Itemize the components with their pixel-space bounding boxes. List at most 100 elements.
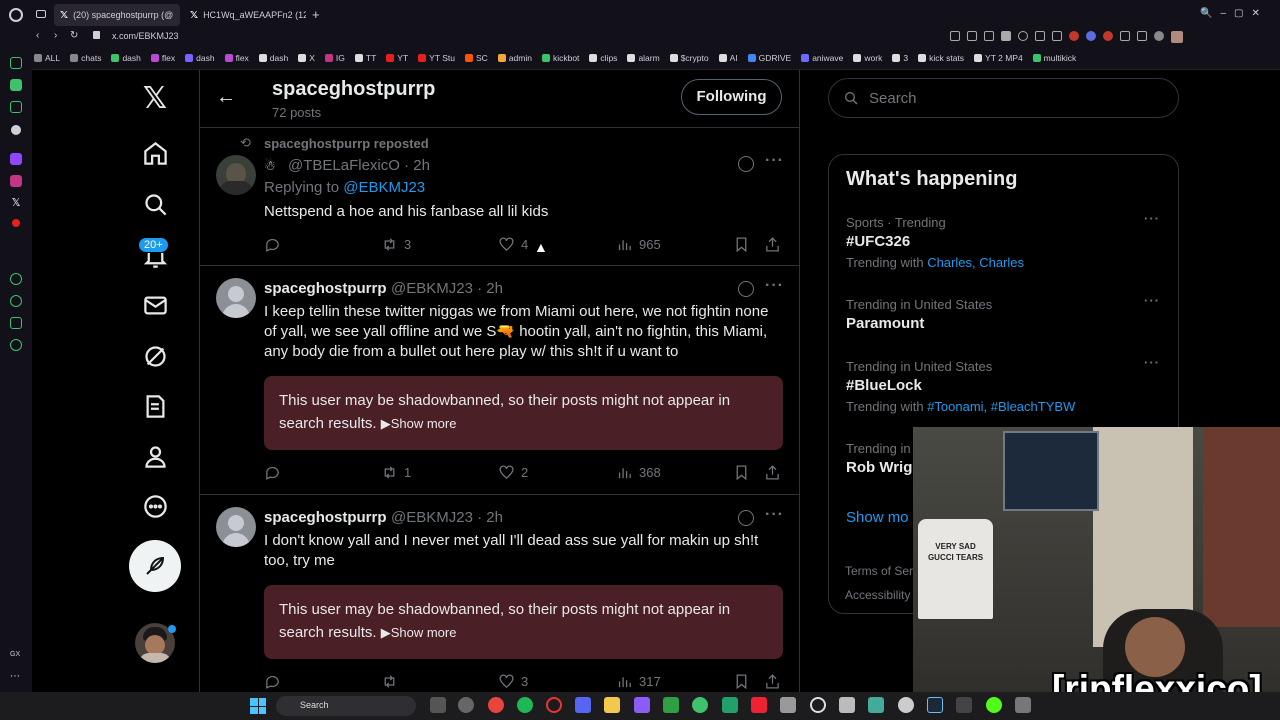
sidebar-app-icon[interactable] xyxy=(10,101,22,113)
taskbar-app-icon[interactable] xyxy=(663,697,679,713)
reload-icon[interactable]: ↻ xyxy=(70,30,78,41)
taskbar-app-icon[interactable] xyxy=(868,697,884,713)
taskbar-app-icon[interactable] xyxy=(956,697,972,713)
taskbar-app-icon[interactable] xyxy=(458,697,474,713)
post-author-name[interactable]: spaceghostpurrp xyxy=(264,509,387,526)
search-box[interactable]: Search xyxy=(828,78,1179,118)
bookmark-button[interactable] xyxy=(733,464,750,481)
extension-icons[interactable] xyxy=(950,31,1250,43)
settings-icon[interactable] xyxy=(10,339,22,351)
taskbar-app-icon[interactable] xyxy=(810,697,826,713)
more-menu-icon[interactable] xyxy=(130,486,180,526)
sidebar-app-icon[interactable] xyxy=(10,57,22,69)
tab-image[interactable]: 𝕏 HC1Wq_aWEAAPFn2 (1200 xyxy=(184,4,306,26)
footer-accessibility-link[interactable]: Accessibility xyxy=(845,588,910,602)
bookmark-item[interactable]: GDRIVE xyxy=(747,53,791,63)
profile-icon[interactable] xyxy=(130,436,180,476)
trend-with-links[interactable]: Charles, Charles xyxy=(927,255,1024,270)
bookmark-button[interactable] xyxy=(733,236,750,253)
grok-post-icon[interactable] xyxy=(738,281,754,297)
more-options-icon[interactable]: ··· xyxy=(765,277,784,295)
search-icon[interactable] xyxy=(130,184,180,224)
windows-start-icon[interactable] xyxy=(250,698,266,714)
trend-item[interactable]: Trending in United States Paramount ··· xyxy=(846,293,1164,337)
bookmark-item[interactable]: flex xyxy=(150,53,175,63)
share-button[interactable] xyxy=(764,464,781,481)
taskbar-app-icon[interactable] xyxy=(1015,697,1031,713)
bookmark-item[interactable]: $crypto xyxy=(669,53,709,63)
grok-post-icon[interactable] xyxy=(738,510,754,526)
lists-icon[interactable] xyxy=(130,386,180,426)
like-button[interactable]: 2 xyxy=(498,464,528,481)
taskbar-app-icon[interactable] xyxy=(430,697,446,713)
instagram-icon[interactable] xyxy=(10,175,22,187)
bookmark-item[interactable]: TT xyxy=(354,53,376,63)
bookmark-item[interactable]: YT 2 MP4 xyxy=(974,53,1023,63)
views-button[interactable]: 317 xyxy=(616,673,661,690)
bookmark-item[interactable]: YT xyxy=(386,53,408,63)
bookmark-item[interactable]: work xyxy=(853,53,882,63)
forward-icon[interactable]: › xyxy=(54,30,57,41)
share-button[interactable] xyxy=(764,673,781,690)
taskbar-app-icon[interactable] xyxy=(751,697,767,713)
bookmark-item[interactable]: ALL xyxy=(34,53,60,63)
window-controls[interactable]: 🔍–▢✕ xyxy=(1200,8,1268,19)
bookmark-item[interactable]: multikick xyxy=(1032,53,1076,63)
tab-switcher-icon[interactable] xyxy=(36,10,46,18)
trend-more-icon[interactable]: ··· xyxy=(1144,293,1160,308)
trend-item[interactable]: Trending in United States #BlueLock Tren… xyxy=(846,355,1164,419)
trend-item[interactable]: Sports · Trending #UFC326 Trending with … xyxy=(846,211,1164,275)
post-author-name[interactable]: spaceghostpurrp xyxy=(264,280,387,297)
more-options-icon[interactable]: ··· xyxy=(765,152,784,170)
show-more-link[interactable]: ▶Show more xyxy=(381,625,457,640)
taskbar-app-icon[interactable] xyxy=(839,697,855,713)
bookmark-item[interactable]: dash xyxy=(185,53,215,63)
compose-post-button[interactable] xyxy=(129,540,181,592)
bookmark-item[interactable]: flex xyxy=(224,53,249,63)
taskbar-search[interactable]: Search xyxy=(276,696,416,716)
post-shadowbanned-2[interactable]: spaceghostpurrp @EBKMJ23 · 2h I don't kn… xyxy=(200,495,800,692)
trend-with-links[interactable]: #Toonami, #BleachTYBW xyxy=(927,399,1075,414)
trend-more-icon[interactable]: ··· xyxy=(1144,355,1160,370)
more-icon[interactable]: ⋯ xyxy=(10,671,20,682)
sidebar-app-icon[interactable] xyxy=(10,273,22,285)
new-tab-button[interactable]: + xyxy=(312,7,320,22)
taskbar-app-icon[interactable] xyxy=(692,697,708,713)
share-button[interactable] xyxy=(764,236,781,253)
clock-icon[interactable] xyxy=(10,295,22,307)
back-arrow-icon[interactable]: ← xyxy=(216,86,236,109)
opera-gx-icon[interactable] xyxy=(9,8,23,22)
youtube-icon[interactable] xyxy=(12,219,20,227)
bookmark-item[interactable]: alarm xyxy=(627,53,660,63)
taskbar-app-icon[interactable] xyxy=(898,697,914,713)
repost-button[interactable] xyxy=(381,673,398,690)
sidebar-app-icon[interactable] xyxy=(10,317,22,329)
bookmark-item[interactable]: SC xyxy=(464,53,488,63)
show-more-link[interactable]: ▶Show more xyxy=(381,416,457,431)
grok-post-icon[interactable] xyxy=(738,156,754,172)
sidebar-app-icon[interactable] xyxy=(10,79,22,91)
footer-terms-link[interactable]: Terms of Serv xyxy=(845,564,919,578)
post-avatar[interactable] xyxy=(216,507,256,547)
repost-button[interactable]: 1 xyxy=(381,464,411,481)
bookmark-item[interactable]: YT Stu xyxy=(418,53,455,63)
discord-icon[interactable] xyxy=(11,125,21,135)
views-button[interactable]: 965 xyxy=(616,236,661,253)
replying-handle-link[interactable]: @EBKMJ23 xyxy=(343,179,425,196)
x-home-logo-icon[interactable]: 𝕏 xyxy=(130,78,180,118)
home-icon[interactable] xyxy=(130,133,180,173)
bookmark-item[interactable]: clips xyxy=(589,53,617,63)
bookmark-item[interactable]: IG xyxy=(324,53,345,63)
twitch-icon[interactable] xyxy=(10,153,22,165)
discord-icon[interactable] xyxy=(575,697,591,713)
x-icon[interactable]: 𝕏 xyxy=(10,197,22,209)
bookmark-item[interactable]: AI xyxy=(718,53,738,63)
reply-button[interactable] xyxy=(264,673,281,690)
bookmark-item[interactable]: X xyxy=(298,53,315,63)
trend-more-icon[interactable]: ··· xyxy=(1144,211,1160,226)
reply-button[interactable] xyxy=(264,464,281,481)
bookmark-item[interactable]: 3 xyxy=(892,53,908,63)
messages-icon[interactable] xyxy=(130,285,180,325)
opera-icon[interactable] xyxy=(546,697,562,713)
reply-button[interactable] xyxy=(264,236,281,253)
